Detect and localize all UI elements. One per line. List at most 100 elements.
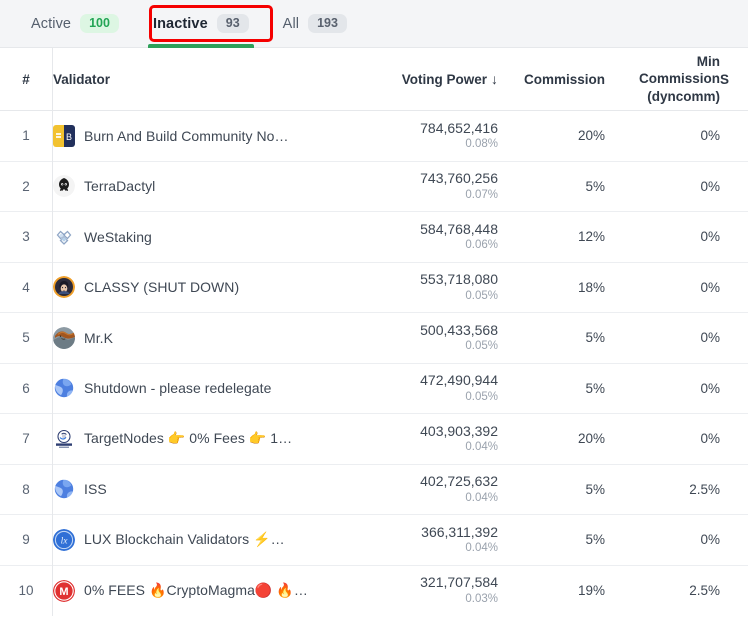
cell-min-commission: 0%	[605, 261, 720, 313]
cell-voting-power: 553,718,080 0.05%	[343, 261, 498, 313]
cell-validator: lx LUX Blockchain Validators ⚡…	[52, 514, 343, 565]
svg-text:M: M	[59, 586, 68, 598]
cell-rank: 3	[0, 211, 53, 262]
table-row[interactable]: 5 Mr.K 500,433,568 0.05% 5% 0%	[0, 312, 748, 363]
table-row[interactable]: 9 lx LUX Blockchain Validators ⚡… 366,31…	[0, 514, 748, 565]
cell-voting-power: 403,903,392 0.04%	[343, 413, 498, 464]
table-header-row: # Validator Voting Power ↓ Commission Min…	[0, 48, 748, 111]
column-header-rank: #	[0, 48, 53, 111]
table-row[interactable]: 10 M 0% FEES 🔥CryptoMagma🔴 🔥… 321,707,58…	[0, 564, 748, 616]
cell-commission: 5%	[498, 312, 605, 363]
voting-power-value: 584,768,448	[420, 220, 498, 237]
validator-avatar-icon: lx	[53, 528, 75, 551]
voting-power-share: 0.05%	[465, 390, 498, 403]
cell-min-commission: 0%	[605, 362, 720, 414]
cell-validator: ISS	[52, 463, 343, 515]
cell-validator: TerraDactyl	[52, 160, 343, 212]
cell-min-commission: 0%	[700, 128, 720, 144]
validator-name[interactable]: TerraDactyl	[84, 178, 155, 194]
tab-active-label: Active	[31, 15, 72, 32]
validator-name[interactable]: Burn And Build Community No…	[84, 128, 289, 144]
validator-avatar-icon	[53, 478, 75, 501]
validator-status-tabbar: Active 100 Inactive 93 All 193	[0, 0, 748, 48]
voting-power-value: 553,718,080	[420, 271, 498, 288]
cell-min-commission: 0%	[605, 312, 720, 363]
validator-name[interactable]: WeStaking	[84, 229, 152, 245]
voting-power-share: 0.04%	[465, 542, 498, 555]
tab-all[interactable]: All 193	[266, 0, 364, 48]
cell-commission: 18%	[498, 261, 605, 313]
validator-name[interactable]: CLASSY (SHUT DOWN)	[84, 279, 239, 295]
cell-validator: B Burn And Build Community No…	[53, 111, 344, 162]
column-header-min-commission[interactable]: Min Commission (dyncomm)	[605, 48, 720, 111]
voting-power-share: 0.04%	[465, 491, 498, 504]
table-row[interactable]: 6 Shutdown - please redelegate 472,490,9…	[0, 362, 748, 414]
validator-name[interactable]: TargetNodes 👉 0% Fees 👉 1…	[84, 430, 292, 447]
table-row[interactable]: 7 TargetNodes 👉 0% Fees 👉 1… 403,903,392…	[0, 413, 748, 464]
cell-validator: Mr.K	[52, 312, 343, 363]
cell-cut-off	[720, 514, 748, 565]
voting-power-value: 321,707,584	[420, 574, 498, 591]
table-row[interactable]: 2 TerraDactyl 743,760,256 0.07% 5% 0%	[0, 160, 748, 212]
voting-power-share: 0.07%	[465, 188, 498, 201]
cell-commission: 5%	[498, 362, 605, 414]
cell-rank: 8	[0, 463, 53, 515]
validator-name[interactable]: Shutdown - please redelegate	[84, 380, 271, 396]
tab-active-count-badge: 100	[80, 13, 119, 34]
sort-descending-arrow-icon: ↓	[491, 71, 498, 87]
cell-commission: 19%	[498, 564, 605, 616]
tab-all-count-badge: 193	[308, 13, 347, 34]
validator-name[interactable]: Mr.K	[84, 330, 113, 346]
tab-inactive-count-badge: 93	[216, 13, 249, 34]
cell-rank: 7	[0, 413, 53, 464]
voting-power-share: 0.08%	[465, 138, 498, 151]
validator-avatar-icon	[53, 175, 75, 198]
cell-rank: 4	[0, 261, 53, 313]
cell-validator: Shutdown - please redelegate	[52, 362, 343, 414]
table-row[interactable]: 8 ISS 402,725,632 0.04% 5% 2.5%	[0, 463, 748, 515]
cell-cut-off	[720, 160, 748, 212]
column-header-cut-off[interactable]: S	[720, 48, 748, 111]
voting-power-value: 402,725,632	[420, 473, 498, 490]
validator-name[interactable]: LUX Blockchain Validators ⚡…	[84, 531, 285, 548]
min-commission-line-2: Commission	[638, 71, 720, 87]
column-header-validator[interactable]: Validator	[52, 48, 343, 111]
validator-avatar-icon	[53, 427, 75, 450]
cell-cut-off	[720, 564, 748, 616]
min-commission-line-3: (dyncomm)	[647, 88, 720, 104]
cell-cut-off	[720, 463, 748, 515]
cell-cut-off	[720, 312, 748, 363]
svg-text:lx: lx	[61, 536, 69, 546]
voting-power-value: 472,490,944	[420, 372, 498, 389]
cell-min-commission: 0%	[605, 514, 720, 565]
column-header-voting-power[interactable]: Voting Power ↓	[343, 48, 498, 111]
column-header-commission[interactable]: Commission	[498, 48, 605, 111]
cell-rank: 9	[0, 514, 53, 565]
cell-rank: 10	[0, 564, 53, 616]
voting-power-share: 0.05%	[465, 340, 498, 353]
cell-rank: 5	[0, 312, 53, 363]
cell-voting-power: 500,433,568 0.05%	[343, 312, 498, 363]
validator-name[interactable]: ISS	[84, 481, 107, 497]
tab-active[interactable]: Active 100	[14, 0, 136, 48]
voting-power-value: 784,652,416	[420, 119, 498, 136]
cell-voting-power: 366,311,392 0.04%	[343, 514, 498, 565]
cell-min-commission: 0%	[605, 160, 720, 212]
cell-voting-power: 321,707,584 0.03%	[343, 564, 498, 616]
min-commission-line-1: Min	[696, 54, 720, 70]
voting-power-share: 0.06%	[465, 239, 498, 252]
validator-name[interactable]: 0% FEES 🔥CryptoMagma🔴 🔥…	[84, 582, 308, 599]
cell-commission: 5%	[498, 160, 605, 212]
cell-commission: 20%	[498, 413, 605, 464]
tab-selected-indicator	[147, 43, 254, 48]
cell-cut-off	[720, 261, 748, 313]
table-row[interactable]: 1 B Burn And Build Community No… 784,652…	[0, 110, 748, 162]
validator-avatar-icon: B	[53, 124, 75, 147]
voting-power-share: 0.04%	[465, 441, 498, 454]
cell-cut-off	[720, 413, 748, 464]
voting-power-value: 743,760,256	[420, 170, 498, 187]
tab-inactive[interactable]: Inactive 93	[136, 0, 266, 48]
table-row[interactable]: 3 WeStaking 584,768,448 0.06% 12% 0%	[0, 211, 748, 262]
cell-commission: 5%	[498, 463, 605, 515]
table-row[interactable]: 4 CLASSY (SHUT DOWN) 553,718,080 0.05% 1…	[0, 261, 748, 313]
